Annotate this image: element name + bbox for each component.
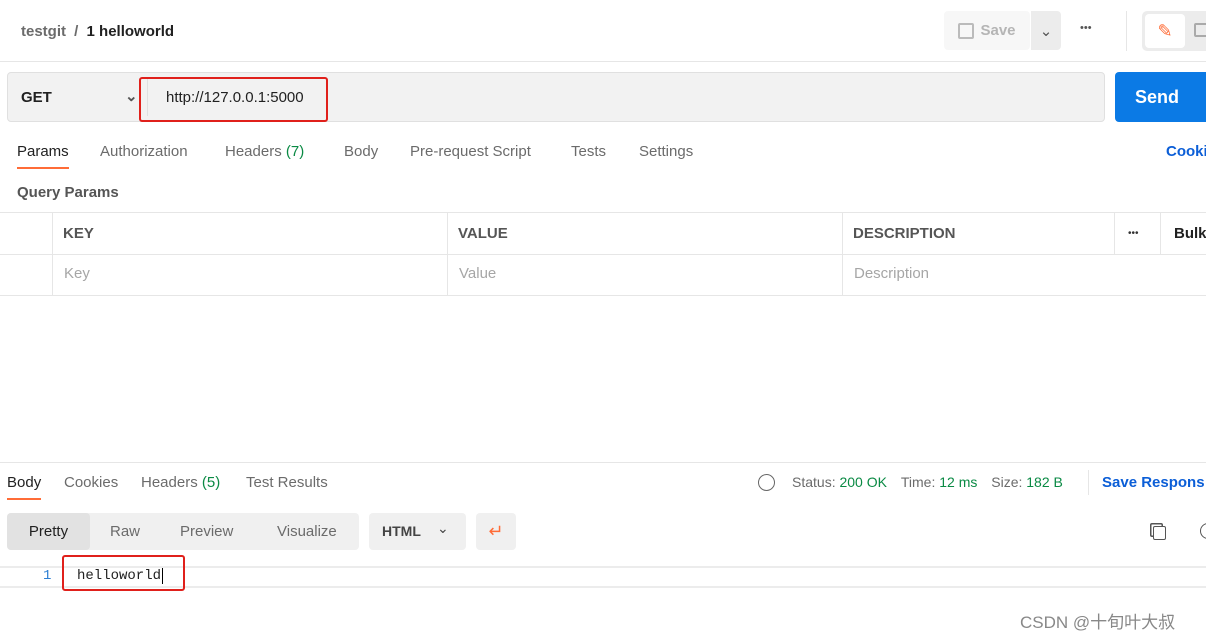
tab-authorization[interactable]: Authorization bbox=[100, 143, 188, 160]
save-icon bbox=[958, 22, 975, 39]
watermark: CSDN @十旬叶大叔 bbox=[1020, 613, 1176, 632]
copy-icon[interactable] bbox=[1153, 526, 1166, 540]
send-button[interactable]: Send bbox=[1115, 72, 1206, 122]
tab-pre-request-script[interactable]: Pre-request Script bbox=[410, 143, 531, 160]
column-header-description: DESCRIPTION bbox=[853, 225, 956, 242]
column-header-value: VALUE bbox=[458, 225, 508, 242]
response-tab-cookies[interactable]: Cookies bbox=[64, 474, 118, 491]
line-number: 1 bbox=[43, 568, 52, 584]
bulk-edit-button[interactable]: Bulk bbox=[1174, 225, 1206, 242]
chevron-down-icon: ⌄ bbox=[1039, 22, 1053, 40]
more-options-button[interactable]: ••• bbox=[1080, 22, 1092, 34]
response-meta: Status: 200 OK Time: 12 ms Size: 182 B bbox=[792, 474, 1063, 490]
response-size[interactable]: 182 B bbox=[1026, 474, 1063, 490]
search-icon[interactable] bbox=[1200, 523, 1206, 539]
response-tab-headers[interactable]: Headers (5) bbox=[141, 474, 220, 491]
view-mode-tabs: Pretty Raw Preview Visualize bbox=[7, 513, 359, 550]
breadcrumb-collection[interactable]: testgit bbox=[21, 23, 66, 40]
breadcrumb: testgit / 1 helloworld bbox=[21, 23, 174, 40]
chevron-down-icon: ⌄ bbox=[437, 520, 449, 536]
mode-visualize[interactable]: Visualize bbox=[277, 523, 337, 540]
mode-raw[interactable]: Raw bbox=[110, 523, 140, 540]
pencil-icon: ✎ bbox=[1157, 21, 1173, 41]
tab-tests[interactable]: Tests bbox=[571, 143, 606, 160]
request-title[interactable]: 1 helloworld bbox=[87, 23, 175, 40]
wrap-lines-button[interactable]: ↵ bbox=[476, 513, 516, 550]
key-input[interactable]: Key bbox=[64, 265, 90, 282]
chevron-down-icon: ⌄ bbox=[125, 88, 138, 105]
response-tab-body[interactable]: Body bbox=[7, 474, 42, 500]
mode-pretty[interactable]: Pretty bbox=[7, 513, 90, 550]
params-more-button[interactable]: ••• bbox=[1128, 228, 1139, 239]
globe-icon[interactable] bbox=[758, 474, 775, 491]
url-highlight bbox=[139, 77, 328, 122]
cookies-link[interactable]: Cooki bbox=[1166, 143, 1206, 160]
query-params-title: Query Params bbox=[17, 184, 119, 201]
value-input[interactable]: Value bbox=[459, 265, 496, 282]
wrap-icon: ↵ bbox=[488, 521, 504, 541]
save-button[interactable]: Save bbox=[944, 11, 1030, 50]
tab-body[interactable]: Body bbox=[344, 143, 378, 160]
body-highlight bbox=[62, 555, 185, 591]
save-response-button[interactable]: Save Respons bbox=[1102, 474, 1205, 491]
comments-icon[interactable] bbox=[1194, 23, 1206, 37]
divider bbox=[0, 61, 1206, 62]
response-tab-test-results[interactable]: Test Results bbox=[246, 474, 328, 491]
status-code[interactable]: 200 OK bbox=[839, 474, 886, 490]
column-header-key: KEY bbox=[63, 225, 94, 242]
tab-params[interactable]: Params bbox=[17, 143, 69, 169]
breadcrumb-separator: / bbox=[74, 23, 79, 40]
method-select[interactable]: GET ⌄ bbox=[21, 88, 141, 106]
description-input[interactable]: Description bbox=[854, 265, 929, 282]
view-toggle: ✎ bbox=[1142, 11, 1206, 51]
mode-preview[interactable]: Preview bbox=[180, 523, 233, 540]
tab-headers[interactable]: Headers (7) bbox=[225, 143, 304, 160]
tab-settings[interactable]: Settings bbox=[639, 143, 693, 160]
save-dropdown-button[interactable]: ⌄ bbox=[1031, 11, 1061, 50]
divider bbox=[1126, 11, 1127, 51]
edit-pencil-button[interactable]: ✎ bbox=[1145, 14, 1185, 48]
response-time[interactable]: 12 ms bbox=[939, 474, 977, 490]
format-select[interactable]: HTML ⌄ bbox=[369, 513, 466, 550]
